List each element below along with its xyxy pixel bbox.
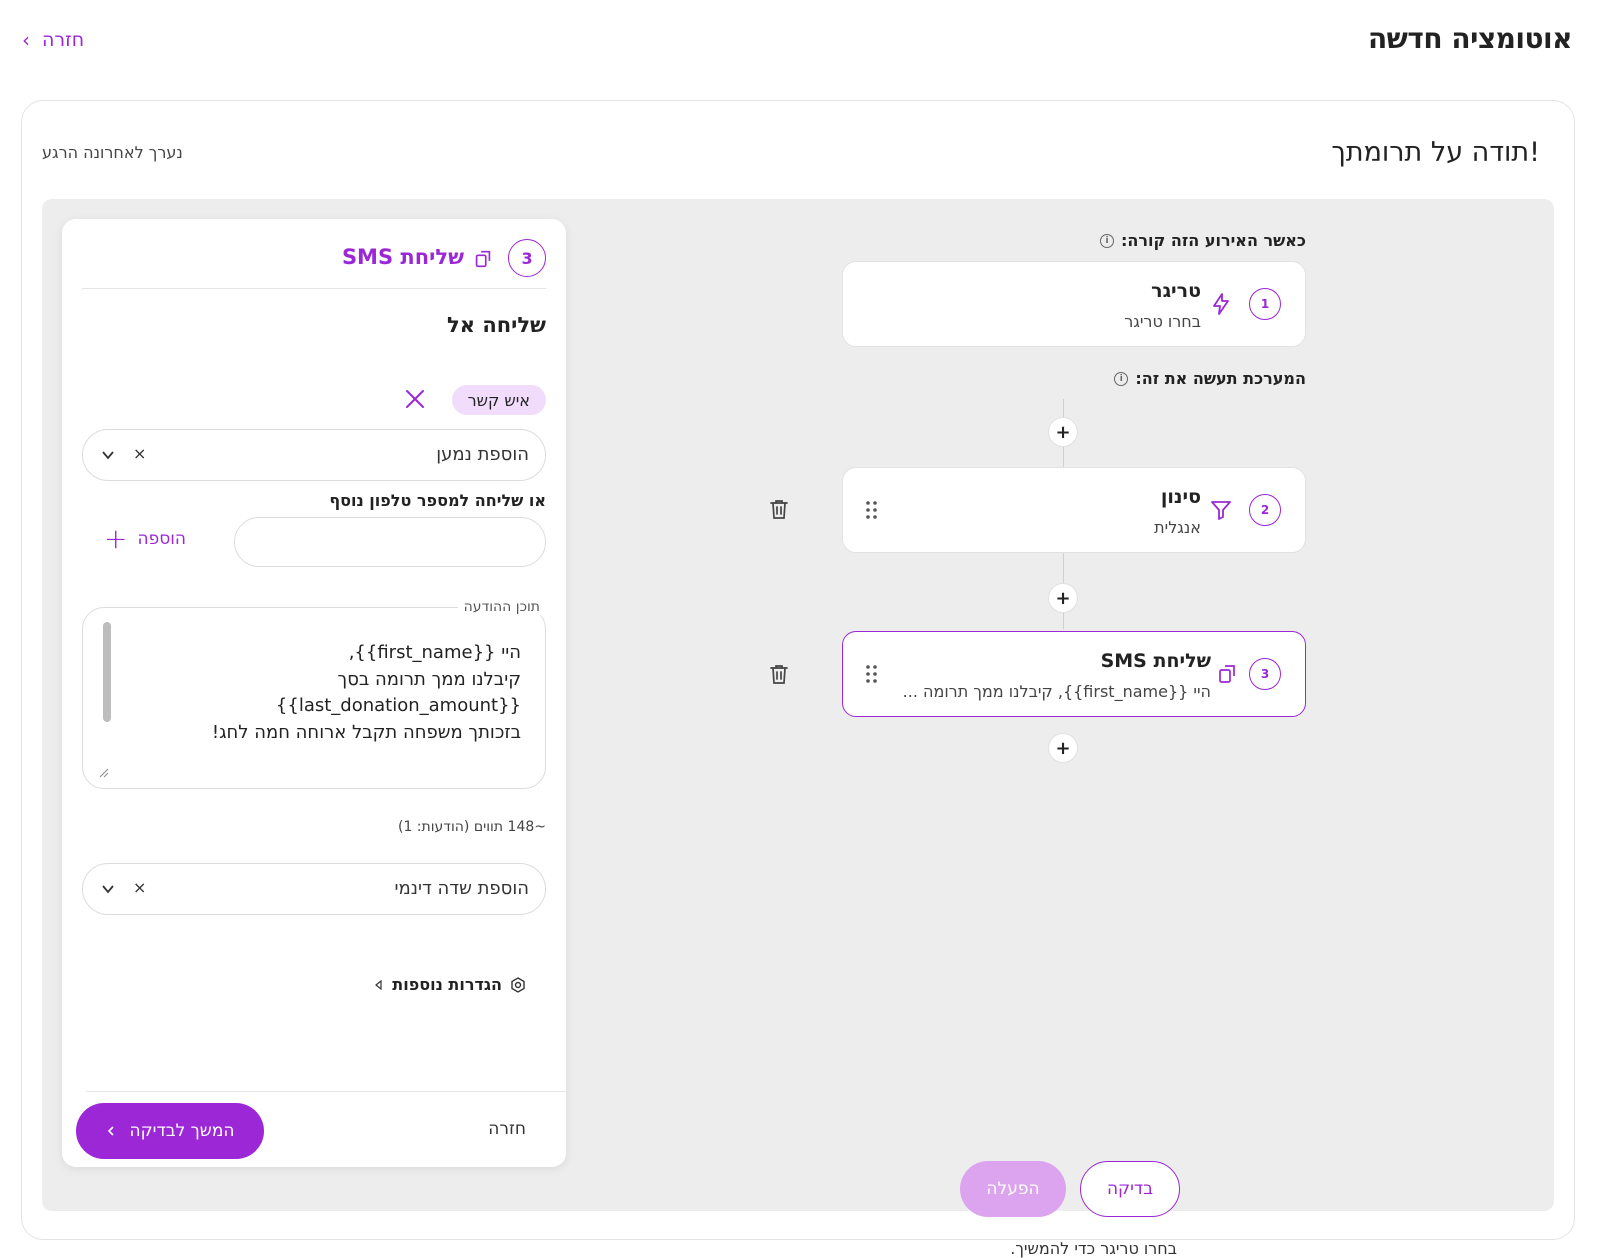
more-settings-label: הגדרות נוספות bbox=[392, 975, 502, 994]
trash-icon[interactable] bbox=[767, 497, 791, 521]
node-subtitle: אנגלית bbox=[1154, 518, 1201, 537]
extra-phone-label: או שליחה למספר טלפון נוסף bbox=[329, 491, 546, 510]
extra-phone-input[interactable] bbox=[234, 517, 546, 567]
scrollbar[interactable] bbox=[103, 622, 111, 722]
panel-back-button[interactable]: חזרה bbox=[488, 1119, 526, 1139]
flow-node-filter[interactable]: 2 סינון אנגלית bbox=[842, 467, 1306, 553]
node-subtitle: היי {{first_name}}, קיבלנו ממך תרומה ... bbox=[902, 682, 1211, 701]
message-legend: תוכן ההודעה bbox=[457, 599, 546, 615]
back-link-label: חזרה bbox=[42, 29, 85, 51]
more-settings-toggle[interactable]: הגדרות נוספות bbox=[374, 975, 526, 994]
info-icon[interactable]: i bbox=[1114, 371, 1129, 386]
info-icon[interactable]: i bbox=[1099, 233, 1114, 248]
caret-left-icon bbox=[375, 979, 382, 990]
chevron-down-icon[interactable] bbox=[101, 448, 115, 462]
trigger-section-label: כאשר האירוע הזה קורה: i bbox=[1099, 231, 1306, 250]
filter-icon bbox=[1211, 501, 1231, 520]
drag-handle-icon[interactable] bbox=[865, 664, 879, 684]
panel-title: שליחת SMS bbox=[341, 245, 464, 269]
node-title: סינון bbox=[1160, 486, 1201, 508]
test-button[interactable]: בדיקה bbox=[1080, 1161, 1180, 1217]
dynamic-field-select[interactable]: הוספת שדה דינמי × bbox=[82, 863, 546, 915]
flow-node-send-sms[interactable]: 3 שליחת SMS היי {{first_name}}, קיבלנו מ… bbox=[842, 631, 1306, 717]
clear-icon[interactable]: × bbox=[133, 878, 146, 897]
close-icon[interactable] bbox=[404, 388, 426, 410]
continue-label: המשך לבדיקה bbox=[129, 1121, 235, 1141]
flow-canvas: כאשר האירוע הזה קורה: i 1 טריגר בחרו טרי… bbox=[42, 199, 1554, 1258]
add-step-button[interactable]: + bbox=[1048, 417, 1078, 447]
node-title: שליחת SMS bbox=[1100, 650, 1211, 672]
add-recipient-placeholder: הוספת נמען bbox=[436, 444, 529, 465]
node-number: 1 bbox=[1249, 288, 1281, 320]
message-text[interactable]: היי {{first_name}}, קיבלנו ממך תרומה בסך… bbox=[161, 640, 521, 746]
message-textarea[interactable]: היי {{first_name}}, קיבלנו ממך תרומה בסך… bbox=[82, 607, 546, 789]
actions-section-text: המערכת תעשה את זה: bbox=[1135, 369, 1306, 388]
chevron-left-icon bbox=[107, 1126, 114, 1136]
continue-to-test-button[interactable]: המשך לבדיקה bbox=[76, 1103, 264, 1159]
dynamic-field-placeholder: הוספת שדה דינמי bbox=[394, 878, 529, 899]
add-step-button[interactable]: + bbox=[1048, 733, 1078, 763]
node-title: טריגר bbox=[1151, 280, 1201, 302]
node-subtitle: בחרו טריגר bbox=[1124, 312, 1201, 331]
resize-handle-icon[interactable] bbox=[99, 768, 109, 778]
automation-card: תודה על תרומתך! נערך לאחרונה הרגע כאשר ה… bbox=[21, 100, 1575, 1258]
add-phone-button[interactable]: הוספה + bbox=[104, 522, 186, 555]
send-to-heading: שליחה אל bbox=[447, 313, 546, 337]
chevron-right-icon: › bbox=[22, 28, 30, 52]
back-link[interactable]: חזרה › bbox=[22, 28, 84, 52]
trigger-hint: בחרו טריגר כדי להמשיך. bbox=[1010, 1239, 1177, 1258]
step-settings-panel: 3 שליחת SMS שליחה אל איש קשר הוספת נמען … bbox=[62, 219, 566, 1167]
add-recipient-select[interactable]: הוספת נמען × bbox=[82, 429, 546, 481]
activate-button[interactable]: הפעלה bbox=[960, 1161, 1066, 1217]
trigger-section-text: כאשר האירוע הזה קורה: bbox=[1120, 231, 1306, 250]
plus-icon: + bbox=[104, 522, 128, 555]
page-title: אוטומציה חדשה bbox=[1367, 22, 1573, 55]
panel-footer-divider bbox=[86, 1091, 566, 1092]
sms-icon bbox=[475, 250, 491, 268]
settings-icon bbox=[511, 976, 525, 993]
flow-node-trigger[interactable]: 1 טריגר בחרו טריגר bbox=[842, 261, 1306, 347]
add-step-button[interactable]: + bbox=[1048, 583, 1078, 613]
save-status: נערך לאחרונה הרגע bbox=[42, 143, 183, 162]
node-number: 3 bbox=[1249, 658, 1281, 690]
node-number: 2 bbox=[1249, 494, 1281, 526]
chevron-down-icon[interactable] bbox=[101, 882, 115, 896]
lightning-icon bbox=[1213, 293, 1229, 315]
panel-header: 3 שליחת SMS bbox=[82, 239, 546, 289]
recipient-chip[interactable]: איש קשר bbox=[451, 385, 546, 415]
char-count: ~148 תווים (הודעות: 1) bbox=[397, 819, 546, 835]
drag-handle-icon[interactable] bbox=[865, 500, 879, 520]
actions-section-label: המערכת תעשה את זה: i bbox=[1114, 369, 1306, 388]
sms-icon bbox=[1219, 665, 1235, 683]
trash-icon[interactable] bbox=[767, 662, 791, 686]
step-number: 3 bbox=[508, 239, 546, 277]
automation-name[interactable]: תודה על תרומתך! bbox=[1331, 137, 1540, 168]
clear-icon[interactable]: × bbox=[133, 444, 146, 463]
add-phone-label: הוספה bbox=[137, 529, 186, 549]
